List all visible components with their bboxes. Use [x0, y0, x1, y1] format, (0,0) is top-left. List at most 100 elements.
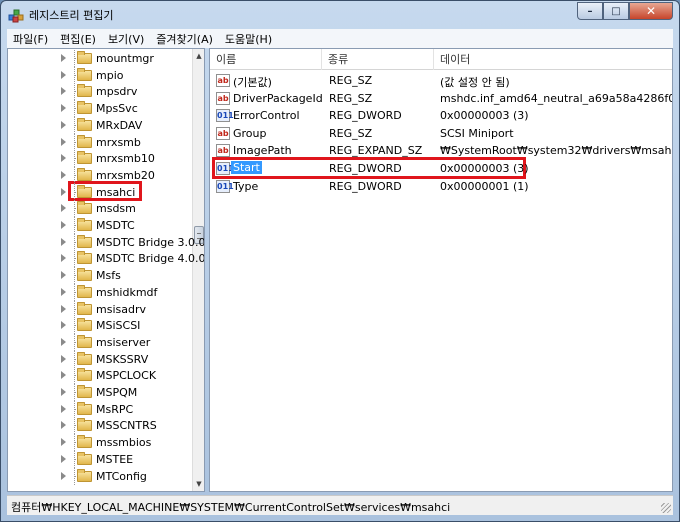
folder-icon	[77, 334, 92, 348]
tree-item[interactable]: mrxsmb10	[8, 150, 194, 168]
menu-file[interactable]: 파일(F)	[7, 31, 54, 47]
folder-icon	[77, 318, 92, 332]
value-name: Start	[231, 161, 262, 174]
tree-item[interactable]: MTConfig	[8, 467, 194, 485]
tree-item[interactable]: MSSCNTRS	[8, 417, 194, 435]
tree-item[interactable]: msdsm	[8, 200, 194, 218]
value-row[interactable]: 011 Start REG_DWORD 0x00000003 (3)	[210, 160, 672, 177]
folder-icon	[77, 167, 92, 181]
value-row[interactable]: ab DriverPackageId REG_SZ mshdc.inf_amd64_n…	[210, 90, 672, 107]
expand-arrow-icon[interactable]	[61, 187, 66, 196]
minimize-icon: –	[587, 5, 593, 17]
expand-arrow-icon[interactable]	[61, 438, 66, 447]
column-header-data[interactable]: 데이터	[434, 49, 672, 70]
value-type: REG_DWORD	[329, 109, 402, 123]
tree-item-label: mrxsmb	[96, 135, 141, 149]
tree-item[interactable]: msiserver	[8, 333, 194, 351]
menu-view[interactable]: 보기(V)	[102, 31, 150, 47]
expand-arrow-icon[interactable]	[61, 120, 66, 129]
expand-arrow-icon[interactable]	[61, 137, 66, 146]
tree-item-label: MSPQM	[96, 386, 138, 399]
expand-arrow-icon[interactable]	[61, 154, 66, 163]
column-header-name[interactable]: 이름	[210, 49, 322, 70]
title-bar[interactable]: 레지스트리 편집기 – □ ✕	[1, 1, 679, 29]
value-data: 0x00000003 (3)	[440, 109, 529, 123]
expand-arrow-icon[interactable]	[61, 471, 66, 480]
tree-item[interactable]: MSTEE	[8, 450, 194, 468]
tree-item[interactable]: MSDTC Bridge 3.0.0	[8, 233, 204, 251]
value-row[interactable]: ab (기본값) REG_SZ (값 설정 안 됨)	[210, 72, 672, 89]
expand-arrow-icon[interactable]	[61, 104, 66, 113]
expand-arrow-icon[interactable]	[61, 304, 66, 313]
close-button[interactable]: ✕	[629, 2, 673, 20]
tree-item[interactable]: Msfs	[8, 267, 194, 285]
expand-arrow-icon[interactable]	[61, 371, 66, 380]
tree-item[interactable]: MRxDAV	[8, 116, 194, 134]
menu-edit[interactable]: 편집(E)	[54, 31, 102, 47]
window-title: 레지스트리 편집기	[29, 9, 114, 22]
expand-arrow-icon[interactable]	[61, 254, 66, 263]
tree-item[interactable]: mshidkmdf	[8, 283, 194, 301]
maximize-button[interactable]: □	[603, 2, 629, 20]
string-value-icon: ab	[216, 91, 230, 105]
value-row[interactable]: 011 ErrorControl REG_DWORD 0x00000003 (3)	[210, 107, 672, 124]
folder-icon	[77, 134, 92, 148]
menu-help[interactable]: 도움말(H)	[219, 31, 278, 47]
expand-arrow-icon[interactable]	[61, 87, 66, 96]
tree-item-label: mshidkmdf	[96, 285, 158, 299]
expand-arrow-icon[interactable]	[61, 321, 66, 330]
expand-arrow-icon[interactable]	[61, 404, 66, 413]
expand-arrow-icon[interactable]	[61, 388, 66, 396]
tree-item[interactable]: mpio	[8, 66, 194, 84]
tree-item-label: MSKSSRV	[96, 352, 149, 366]
value-name: ErrorControl	[233, 109, 300, 123]
tree-item[interactable]: MsRPC	[8, 400, 194, 418]
expand-arrow-icon[interactable]	[61, 271, 66, 280]
expand-arrow-icon[interactable]	[61, 287, 66, 296]
tree-item[interactable]: MpsSvc	[8, 100, 194, 118]
minimize-button[interactable]: –	[577, 2, 603, 20]
binary-value-icon: 011	[216, 162, 234, 175]
resize-grip-icon[interactable]	[661, 503, 671, 513]
scroll-down-arrow-icon[interactable]: ▼	[193, 477, 204, 491]
key-tree-pane[interactable]: ▲ ▼ mountmgr mpio mpsdrv MpsSvc MRxDAV mrxsmb…	[7, 48, 205, 492]
expand-arrow-icon[interactable]	[61, 70, 66, 79]
expand-arrow-icon[interactable]	[61, 204, 66, 213]
tree-item[interactable]: MSDTC Bridge 4.0.0	[8, 250, 204, 268]
tree-item[interactable]: mrxsmb	[8, 133, 194, 151]
status-path: 컴퓨터₩HKEY_LOCAL_MACHINE₩SYSTEM₩CurrentCon…	[11, 501, 451, 514]
expand-arrow-icon[interactable]	[61, 337, 66, 346]
tree-item[interactable]: msisadrv	[8, 300, 194, 318]
scroll-up-arrow-icon[interactable]: ▲	[193, 49, 204, 63]
tree-item-label: Msfs	[96, 269, 121, 283]
value-row[interactable]: ab Group REG_SZ SCSI Miniport	[210, 125, 672, 142]
expand-arrow-icon[interactable]	[61, 54, 66, 62]
expand-arrow-icon[interactable]	[61, 421, 66, 430]
tree-item[interactable]: mpsdrv	[8, 83, 194, 101]
column-header-type[interactable]: 종류	[322, 49, 434, 70]
tree-item-label: msahci	[96, 185, 136, 199]
tree-item[interactable]: MSDTC	[8, 217, 194, 234]
tree-item[interactable]: mountmgr	[8, 50, 194, 67]
value-row[interactable]: ab ImagePath REG_EXPAND_SZ ₩SystemRoot₩syst…	[210, 142, 672, 159]
tree-item[interactable]: MSPCLOCK	[8, 367, 194, 385]
tree-item[interactable]: MSKSSRV	[8, 350, 194, 368]
tree-item[interactable]: MSPQM	[8, 384, 194, 401]
expand-arrow-icon[interactable]	[61, 221, 66, 229]
folder-icon	[77, 218, 92, 231]
tree-item[interactable]: MSiSCSI	[8, 317, 194, 335]
value-list-pane[interactable]: 이름 종류 데이터 ab (기본값) REG_SZ (값 설정 안 됨) ab Drive…	[209, 48, 673, 492]
tree-item[interactable]: mrxsmb20	[8, 166, 194, 184]
tree-item-label: mpsdrv	[96, 85, 138, 99]
menu-favorites[interactable]: 즐겨찾기(A)	[150, 31, 219, 47]
value-name: Group	[233, 126, 267, 140]
tree-item-label: mpio	[96, 68, 124, 82]
expand-arrow-icon[interactable]	[61, 170, 66, 179]
expand-arrow-icon[interactable]	[61, 454, 66, 463]
expand-arrow-icon[interactable]	[61, 237, 66, 246]
value-type: REG_SZ	[329, 126, 373, 140]
expand-arrow-icon[interactable]	[61, 354, 66, 363]
tree-item[interactable]: msahci	[8, 183, 194, 201]
value-row[interactable]: 011 Type REG_DWORD 0x00000001 (1)	[210, 178, 672, 195]
tree-item[interactable]: mssmbios	[8, 434, 194, 452]
